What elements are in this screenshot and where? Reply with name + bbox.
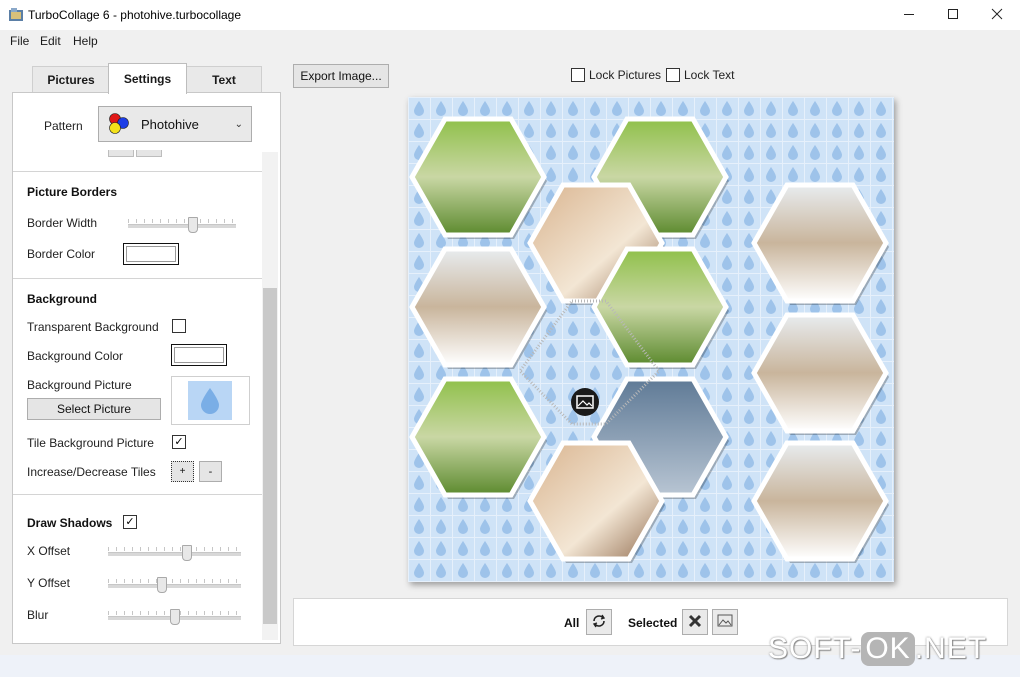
blur-slider[interactable] (108, 609, 241, 625)
transparent-background-checkbox[interactable] (172, 319, 186, 333)
slider-thumb[interactable] (157, 577, 167, 593)
window-title: TurboCollage 6 - photohive.turbocollage (28, 8, 242, 22)
lock-text-checkbox[interactable] (666, 68, 680, 82)
pattern-dropdown[interactable]: Photohive ⌄ (98, 106, 252, 142)
tiles-label: Increase/Decrease Tiles (27, 465, 156, 479)
background-color-label: Background Color (27, 349, 124, 363)
menu-help[interactable]: Help (73, 34, 98, 48)
image-placeholder-icon[interactable] (571, 388, 599, 416)
watermark-net: .NET (914, 632, 988, 665)
shuffle-icon (591, 613, 607, 632)
border-color-swatch[interactable] (123, 243, 179, 265)
draw-shadows-checkbox[interactable]: ✓ (123, 515, 137, 529)
delete-selected-button[interactable] (682, 609, 708, 635)
background-picture-preview[interactable] (171, 376, 250, 425)
x-offset-slider[interactable] (108, 545, 241, 561)
background-header: Background (27, 292, 98, 306)
shuffle-all-button[interactable] (586, 609, 612, 635)
maximize-icon (947, 8, 959, 23)
slider-thumb[interactable] (182, 545, 192, 561)
decrease-tiles-button[interactable]: - (199, 461, 222, 482)
dropdown-chevron-icon: ⌄ (234, 118, 243, 130)
export-image-button[interactable]: Export Image... (293, 64, 389, 88)
picture-borders-header: Picture Borders (27, 185, 118, 199)
draw-shadows-label: Draw Shadows (27, 516, 113, 530)
water-drop-icon (188, 381, 232, 420)
all-label: All (564, 616, 580, 630)
app-icon (8, 7, 24, 23)
selected-label: Selected (628, 616, 678, 630)
watermark: SOFT- OK .NET (768, 632, 987, 666)
pattern-option-b[interactable] (136, 150, 162, 157)
pattern-option-a[interactable] (108, 150, 134, 157)
border-color-label: Border Color (27, 247, 96, 261)
minimize-button[interactable] (886, 0, 932, 30)
checkmark-icon: ✓ (174, 435, 184, 448)
tile-background-checkbox[interactable]: ✓ (172, 435, 186, 449)
blur-label: Blur (27, 608, 49, 622)
minimize-icon (903, 8, 915, 23)
y-offset-slider[interactable] (108, 577, 241, 593)
border-width-slider[interactable] (128, 217, 236, 233)
collage-svg (408, 97, 894, 582)
close-button[interactable] (974, 0, 1020, 30)
lock-pictures-label: Lock Pictures (589, 68, 662, 82)
settings-panel (12, 92, 281, 644)
tab-pictures[interactable]: Pictures (32, 66, 110, 93)
tab-text[interactable]: Text (186, 66, 262, 93)
replace-selected-button[interactable] (712, 609, 738, 635)
select-picture-button[interactable]: Select Picture (27, 398, 161, 420)
divider (13, 171, 262, 172)
transparent-background-label: Transparent Background (27, 320, 159, 334)
slider-thumb[interactable] (188, 217, 198, 233)
watermark-soft: SOFT- (768, 632, 862, 665)
pattern-value: Photohive (141, 116, 199, 132)
lock-pictures-checkbox[interactable] (571, 68, 585, 82)
delete-icon (688, 614, 702, 631)
tile-background-label: Tile Background Picture (27, 436, 154, 450)
x-offset-label: X Offset (27, 544, 71, 558)
divider (13, 494, 262, 495)
background-picture-label: Background Picture (27, 378, 132, 392)
collage-canvas[interactable] (408, 97, 894, 582)
y-offset-label: Y Offset (27, 576, 70, 590)
checkmark-icon: ✓ (125, 515, 135, 528)
divider (13, 278, 262, 279)
slider-thumb[interactable] (170, 609, 180, 625)
scrollbar-thumb[interactable] (263, 288, 277, 624)
menu-bar (0, 30, 1020, 52)
close-icon (991, 8, 1003, 23)
pattern-colors-icon (107, 112, 131, 136)
tab-settings[interactable]: Settings (108, 63, 187, 94)
menu-edit[interactable]: Edit (40, 34, 61, 48)
replace-image-icon (717, 614, 733, 631)
maximize-button[interactable] (930, 0, 976, 30)
watermark-ok: OK (861, 632, 915, 666)
border-width-label: Border Width (27, 216, 98, 230)
pattern-label: Pattern (44, 119, 83, 133)
increase-tiles-button[interactable]: + (171, 461, 194, 482)
lock-text-label: Lock Text (684, 68, 735, 82)
background-color-swatch[interactable] (171, 344, 227, 366)
menu-file[interactable]: File (10, 34, 29, 48)
